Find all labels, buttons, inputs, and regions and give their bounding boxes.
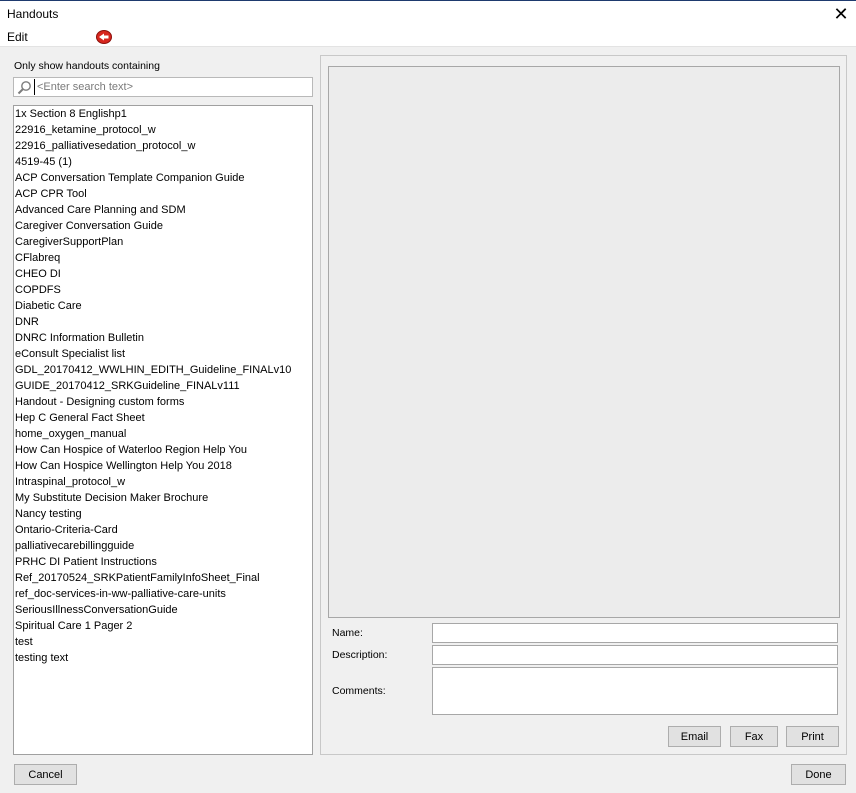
cancel-button[interactable]: Cancel [14, 764, 77, 785]
search-caption: Only show handouts containing [14, 60, 160, 72]
window-title: Handouts [7, 7, 59, 21]
menu-bar: Edit [0, 28, 856, 47]
list-item[interactable]: GDL_20170412_WWLHIN_EDITH_Guideline_FINA… [14, 362, 312, 378]
print-button[interactable]: Print [786, 726, 839, 747]
list-item[interactable]: palliativecarebillingguide [14, 538, 312, 554]
search-input[interactable] [34, 79, 310, 95]
fax-button[interactable]: Fax [730, 726, 778, 747]
list-item[interactable]: CHEO DI [14, 266, 312, 282]
list-item[interactable]: My Substitute Decision Maker Brochure [14, 490, 312, 506]
handout-preview [328, 66, 840, 618]
list-item[interactable]: 22916_ketamine_protocol_w [14, 122, 312, 138]
close-button[interactable]: ✕ [826, 1, 856, 28]
list-item[interactable]: Spiritual Care 1 Pager 2 [14, 618, 312, 634]
menu-edit[interactable]: Edit [7, 30, 28, 44]
search-box [13, 77, 313, 97]
email-button[interactable]: Email [668, 726, 721, 747]
name-label: Name: [332, 627, 363, 639]
list-item[interactable]: Ref_20170524_SRKPatientFamilyInfoSheet_F… [14, 570, 312, 586]
list-item[interactable]: eConsult Specialist list [14, 346, 312, 362]
list-item[interactable]: How Can Hospice Wellington Help You 2018 [14, 458, 312, 474]
list-item[interactable]: How Can Hospice of Waterloo Region Help … [14, 442, 312, 458]
list-item[interactable]: DNR [14, 314, 312, 330]
list-item[interactable]: ACP CPR Tool [14, 186, 312, 202]
description-field[interactable] [432, 645, 838, 665]
list-item[interactable]: test [14, 634, 312, 650]
list-item[interactable]: Diabetic Care [14, 298, 312, 314]
list-item[interactable]: Intraspinal_protocol_w [14, 474, 312, 490]
list-item[interactable]: CFlabreq [14, 250, 312, 266]
close-icon: ✕ [833, 4, 849, 24]
list-item[interactable]: Ontario-Criteria-Card [14, 522, 312, 538]
title-bar: Handouts ✕ [0, 1, 856, 28]
list-item[interactable]: 1x Section 8 Englishp1 [14, 106, 312, 122]
list-item[interactable]: Hep C General Fact Sheet [14, 410, 312, 426]
list-item[interactable]: home_oxygen_manual [14, 426, 312, 442]
done-button[interactable]: Done [791, 764, 846, 785]
list-item[interactable]: PRHC DI Patient Instructions [14, 554, 312, 570]
search-icon [17, 81, 31, 95]
list-item[interactable]: SeriousIllnessConversationGuide [14, 602, 312, 618]
list-item[interactable]: DNRC Information Bulletin [14, 330, 312, 346]
handouts-window: Handouts ✕ Edit Only show handouts conta… [0, 0, 856, 793]
list-item[interactable]: testing text [14, 650, 312, 666]
list-item[interactable]: 22916_palliativesedation_protocol_w [14, 138, 312, 154]
list-item[interactable]: Advanced Care Planning and SDM [14, 202, 312, 218]
handout-list[interactable]: 1x Section 8 Englishp1 22916_ketamine_pro… [13, 105, 313, 755]
list-item[interactable]: Nancy testing [14, 506, 312, 522]
comments-label: Comments: [332, 685, 386, 697]
comments-field[interactable] [432, 667, 838, 715]
list-item[interactable]: GUIDE_20170412_SRKGuideline_FINALv111 [14, 378, 312, 394]
red-arrow-icon[interactable] [95, 29, 113, 45]
list-item[interactable]: 4519-45 (1) [14, 154, 312, 170]
list-item[interactable]: Handout - Designing custom forms [14, 394, 312, 410]
list-item[interactable]: ACP Conversation Template Companion Guid… [14, 170, 312, 186]
list-item[interactable]: ref_doc-services-in-ww-palliative-care-u… [14, 586, 312, 602]
list-item[interactable]: CaregiverSupportPlan [14, 234, 312, 250]
list-item[interactable]: Caregiver Conversation Guide [14, 218, 312, 234]
name-field[interactable] [432, 623, 838, 643]
description-label: Description: [332, 649, 388, 661]
list-item[interactable]: COPDFS [14, 282, 312, 298]
